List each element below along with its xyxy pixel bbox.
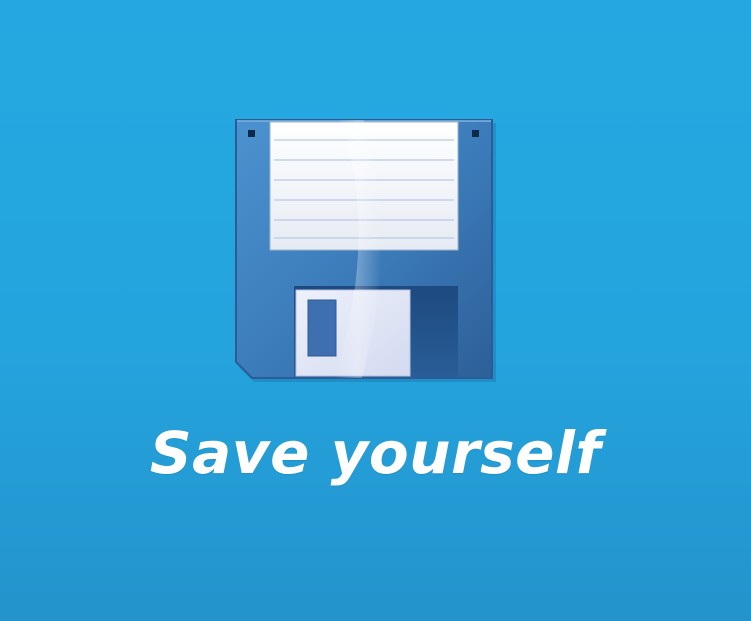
caption-text: Save yourself xyxy=(149,419,602,487)
write-protect-hole xyxy=(248,130,255,137)
poster: Save yourself xyxy=(0,0,751,621)
floppy-disk-icon xyxy=(235,119,496,382)
density-hole xyxy=(472,130,479,137)
shutter-window xyxy=(307,299,337,357)
